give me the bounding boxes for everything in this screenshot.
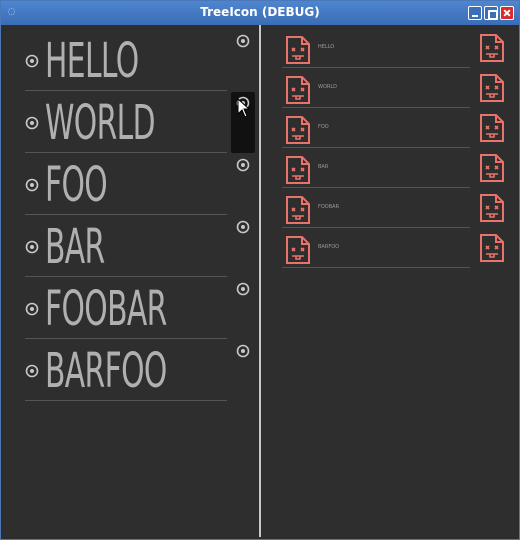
list-item[interactable]: FOO — [25, 153, 227, 215]
app-window: ◌ TreeIcon (DEBUG) HELLO WORLD FOO BAR F… — [0, 0, 520, 540]
item-label: BARFOO — [318, 244, 340, 250]
item-label: HELLO — [318, 44, 335, 50]
broken-file-icon[interactable] — [478, 33, 506, 63]
list-item[interactable]: BARFOO — [282, 228, 470, 268]
list-item[interactable]: WORLD — [25, 91, 227, 153]
broken-file-icon[interactable] — [478, 113, 506, 143]
title-bar[interactable]: ◌ TreeIcon (DEBUG) — [1, 1, 519, 25]
list-item[interactable]: BAR — [25, 215, 227, 277]
left-tree-pane[interactable]: HELLO WORLD FOO BAR FOOBAR BARFOO — [5, 25, 258, 537]
item-label: FOO — [318, 124, 329, 130]
eye-icon[interactable] — [25, 54, 39, 68]
item-label: FOOBAR — [318, 204, 340, 210]
eye-icon[interactable] — [236, 158, 250, 172]
list-item[interactable]: BARFOO — [25, 339, 227, 401]
item-label: BAR — [45, 219, 105, 275]
broken-file-icon — [286, 116, 310, 144]
list-item[interactable]: FOO — [282, 108, 470, 148]
broken-file-icon — [286, 196, 310, 224]
list-item[interactable]: BAR — [282, 148, 470, 188]
broken-file-icon[interactable] — [478, 153, 506, 183]
eye-icon[interactable] — [25, 178, 39, 192]
item-label: BARFOO — [45, 343, 167, 399]
eye-icon[interactable] — [236, 344, 250, 358]
eye-icon[interactable] — [25, 302, 39, 316]
eye-icon[interactable] — [236, 282, 250, 296]
eye-icon[interactable] — [25, 364, 39, 378]
pane-splitter[interactable] — [259, 25, 261, 537]
eye-icon[interactable] — [236, 34, 250, 48]
eye-icon[interactable] — [236, 220, 250, 234]
broken-file-icon[interactable] — [478, 193, 506, 223]
item-label: FOO — [45, 157, 108, 213]
item-label: WORLD — [45, 95, 156, 151]
broken-file-icon — [286, 156, 310, 184]
minimize-button[interactable] — [468, 6, 482, 20]
broken-file-icon[interactable] — [478, 233, 506, 263]
list-item[interactable]: HELLO — [25, 29, 227, 91]
list-item[interactable]: HELLO — [282, 28, 470, 68]
window-title: TreeIcon (DEBUG) — [200, 5, 320, 19]
right-tree-pane[interactable]: HELLO WORLD FOO BAR FOOBAR BARFOO — [262, 25, 516, 537]
eye-icon[interactable] — [25, 116, 39, 130]
item-label: WORLD — [318, 84, 337, 90]
broken-file-icon[interactable] — [478, 73, 506, 103]
broken-file-icon — [286, 36, 310, 64]
close-button[interactable] — [500, 6, 514, 20]
item-label: FOOBAR — [45, 281, 167, 337]
list-item[interactable]: FOOBAR — [282, 188, 470, 228]
maximize-button[interactable] — [484, 6, 498, 20]
broken-file-icon — [286, 76, 310, 104]
list-item[interactable]: WORLD — [282, 68, 470, 108]
eye-icon[interactable] — [25, 240, 39, 254]
item-label: BAR — [318, 164, 329, 170]
broken-file-icon — [286, 236, 310, 264]
item-label: HELLO — [45, 33, 139, 89]
mouse-cursor-icon — [237, 98, 251, 118]
list-item[interactable]: FOOBAR — [25, 277, 227, 339]
